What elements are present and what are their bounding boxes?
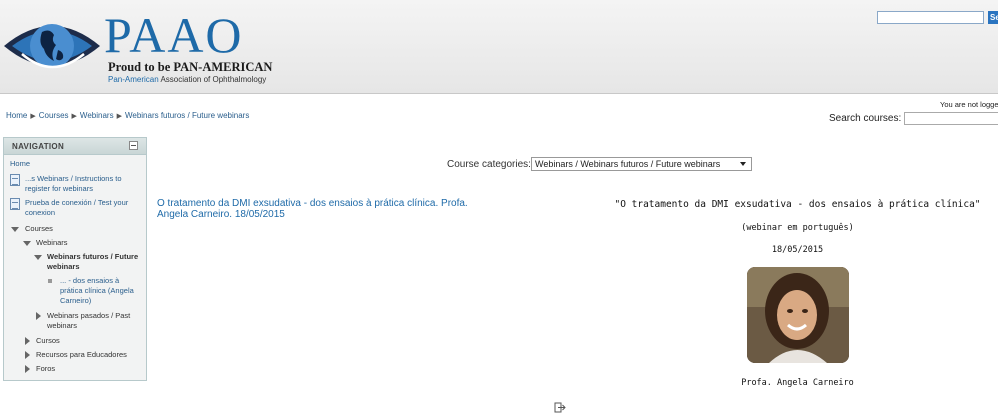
course-summary-note: (webinar em português) [741, 223, 854, 233]
navigation-title: NAVIGATION [12, 142, 65, 151]
nav-future-webinars[interactable]: Webinars futuros / Future webinars [47, 252, 138, 272]
nav-recursos[interactable]: Recursos para Educadores [36, 350, 127, 360]
nav-instructions-line1: ...s Webinars / Instructions to [25, 174, 122, 183]
navigation-header: NAVIGATION [4, 138, 146, 155]
presenter-photo [747, 267, 849, 363]
nav-webinars[interactable]: Webinars [36, 238, 68, 248]
nav-foros[interactable]: Foros [36, 364, 55, 374]
login-info: You are not logge [940, 100, 998, 109]
chevron-down-icon [740, 162, 746, 166]
document-icon [10, 198, 20, 210]
category-select-value: Webinars / Webinars futuros / Future web… [535, 159, 721, 169]
logo-tagline: Proud to be PAN-AMERICAN [108, 60, 273, 74]
expanded-arrow-icon[interactable] [34, 255, 42, 260]
course-title-link[interactable]: O tratamento da DMI exsudativa - dos ens… [157, 198, 517, 220]
header-search-input[interactable] [877, 11, 984, 24]
breadcrumb-webinars[interactable]: Webinars [80, 111, 114, 120]
nav-course-dmi-line2: prática clínica (Angela [60, 286, 134, 295]
category-select[interactable]: Webinars / Webinars futuros / Future web… [531, 157, 752, 171]
nav-home[interactable]: Home [10, 159, 30, 169]
header-search-button[interactable]: Se [988, 11, 998, 24]
nav-past-webinars-line2: webinars [47, 321, 78, 330]
nav-past-webinars[interactable]: Webinars pasados / Past webinars [47, 311, 130, 331]
nav-test-connection-line2: conexion [25, 208, 56, 217]
breadcrumb-home[interactable]: Home [6, 111, 27, 120]
page-header: PAAO Proud to be PAN-AMERICAN Pan-Americ… [0, 0, 998, 94]
nav-instructions[interactable]: ...s Webinars / Instructions to register… [25, 174, 122, 194]
course-title-line1: O tratamento da DMI exsudativa - dos ens… [157, 198, 468, 209]
course-title-line2: Angela Carneiro. 18/05/2015 [157, 209, 285, 220]
nav-course-dmi-line3: Carneiro) [60, 296, 92, 305]
logo-subtitle: Pan-American Association of Ophthalmolog… [108, 75, 272, 84]
breadcrumb-future-webinars[interactable]: Webinars futuros / Future webinars [125, 111, 249, 120]
breadcrumb-separator-icon: ▶ [116, 113, 122, 120]
breadcrumb: Home ▶ Courses ▶ Webinars ▶ Webinars futuros /… [6, 111, 249, 120]
collapsed-arrow-icon[interactable] [25, 337, 30, 345]
bullet-icon [48, 279, 52, 283]
navigation-block: NAVIGATION Home ...s Webinars / Instruct… [3, 137, 147, 381]
breadcrumb-separator-icon: ▶ [30, 113, 36, 120]
breadcrumb-separator-icon: ▶ [71, 113, 77, 120]
nav-course-dmi-line1: ... - dos ensaios à [60, 276, 120, 285]
nav-test-connection[interactable]: Prueba de conexión / Test your conexion [25, 198, 128, 218]
course-search-label: Search courses: [829, 113, 902, 125]
nav-instructions-line2: register for webinars [25, 184, 93, 193]
collapsed-arrow-icon[interactable] [25, 351, 30, 359]
nav-course-dmi[interactable]: ... - dos ensaios à prática clínica (Ang… [60, 276, 134, 306]
nav-past-webinars-line1: Webinars pasados / Past [47, 311, 131, 320]
nav-future-webinars-line2: webinars [47, 262, 80, 271]
nav-cursos[interactable]: Cursos [36, 336, 60, 346]
nav-future-webinars-line1: Webinars futuros / Future [47, 252, 139, 261]
course-search-input[interactable] [904, 112, 998, 125]
logo-subtitle-pa: Pan-American [108, 75, 159, 84]
breadcrumb-courses[interactable]: Courses [39, 111, 69, 120]
course-summary-date: 18/05/2015 [771, 245, 824, 255]
category-label: Course categories: [447, 159, 531, 170]
course-search: Search courses: [829, 112, 998, 125]
expanded-arrow-icon[interactable] [23, 241, 31, 246]
collapse-icon[interactable] [129, 141, 138, 150]
logo-text: PAAO Proud to be PAN-AMERICAN Pan-Americ… [104, 10, 272, 84]
collapsed-arrow-icon[interactable] [25, 365, 30, 373]
logout-icon[interactable] [554, 402, 566, 413]
course-summary-title: "O tratamento da DMI exsudativa - dos en… [614, 199, 981, 210]
presenter-name: Profa. Angela Carneiro [741, 378, 854, 388]
nav-courses[interactable]: Courses [25, 224, 53, 234]
nav-test-connection-line1: Prueba de conexión / Test your [25, 198, 129, 207]
logo-wordmark: PAAO [104, 7, 244, 63]
collapsed-arrow-icon[interactable] [36, 312, 41, 320]
logo-subtitle-rest: Association of Ophthalmology [160, 75, 267, 84]
expanded-arrow-icon[interactable] [11, 227, 19, 232]
document-icon [10, 174, 20, 186]
